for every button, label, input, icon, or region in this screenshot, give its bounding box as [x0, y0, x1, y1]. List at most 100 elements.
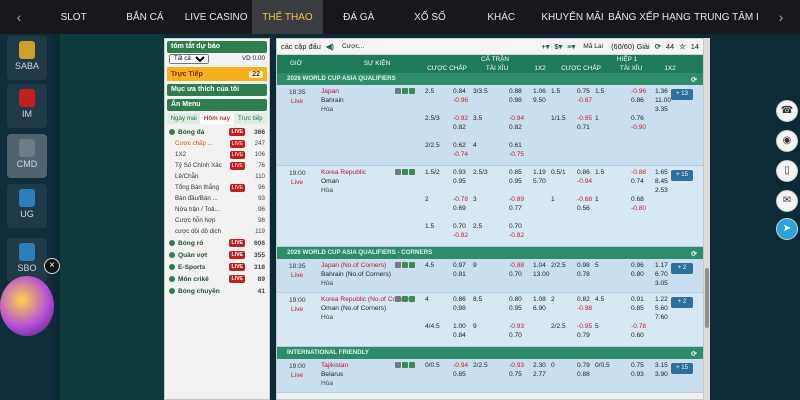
odds-cell[interactable]: 0.70 — [509, 332, 522, 340]
menu-toggle[interactable]: Ẩn Menu — [167, 99, 267, 111]
more-markets-button[interactable]: + 2 — [671, 263, 693, 274]
odds-cell[interactable]: 2/2.5 — [473, 362, 488, 370]
odds-cell[interactable]: 1.5 — [595, 88, 604, 96]
nav-item-0[interactable]: SLOT — [38, 0, 109, 34]
mobile-icon[interactable]: ▯ — [776, 160, 798, 182]
odds-cell[interactable]: 2/2.5 — [425, 142, 440, 150]
nav-left-arrow-icon[interactable]: ‹ — [0, 9, 38, 25]
odds-cell[interactable]: -0.93 — [509, 362, 524, 370]
odds-cell[interactable]: 4.5 — [425, 262, 434, 270]
odds-cell[interactable]: 0.82 — [577, 296, 590, 304]
tool-icon[interactable] — [402, 88, 408, 94]
sport-item[interactable]: Quần vợt LIVE 355 — [165, 249, 269, 261]
odds-cell[interactable]: 0.69 — [453, 205, 466, 213]
odds-cell[interactable]: 0.98 — [577, 262, 590, 270]
sport-item[interactable]: Bóng rổ LIVE 606 — [165, 237, 269, 249]
odds-cell[interactable]: 1 — [595, 196, 599, 204]
odds-cell[interactable]: 0.85 — [631, 305, 644, 313]
odds-cell[interactable]: 1.5 — [551, 88, 560, 96]
odds-cell[interactable]: 0.70 — [509, 223, 522, 231]
odds-cell[interactable]: 0.71 — [577, 124, 590, 132]
odds-cell[interactable]: 2/2.5 — [551, 262, 566, 270]
tab-day-1[interactable]: Hôm nay — [200, 113, 234, 124]
odds-cell[interactable]: 13.00 — [533, 271, 550, 279]
odds-cell[interactable]: 0.70 — [453, 223, 466, 231]
more-markets-button[interactable]: + 15 — [671, 363, 693, 374]
odds-cell[interactable]: -0.95 — [577, 323, 592, 331]
odds-cell[interactable]: 0.79 — [577, 332, 590, 340]
odds-cell[interactable]: 1.5 — [595, 169, 604, 177]
odds-cell[interactable]: -0.94 — [577, 178, 592, 186]
odds-cell[interactable]: -0.94 — [509, 115, 524, 123]
odds-cell[interactable]: 11.00 — [655, 97, 671, 105]
odds-cell[interactable]: -0.68 — [577, 196, 592, 204]
odds-cell[interactable]: 2.5 — [425, 88, 434, 96]
provider-tile-cmd[interactable]: CMD — [7, 134, 47, 178]
odds-cell[interactable]: 0.91 — [631, 296, 644, 304]
odds-cell[interactable]: -0.96 — [631, 88, 646, 96]
odds-cell[interactable]: 0.98 — [509, 97, 522, 105]
sport-item[interactable]: E-Sports LIVE 318 — [165, 261, 269, 273]
chat-icon[interactable]: ◉ — [776, 130, 798, 152]
odds-cell[interactable]: 0.70 — [509, 271, 522, 279]
market-item[interactable]: cược dồi dồ dịch 119 — [165, 226, 269, 237]
tab-day-2[interactable]: Trực tiếp — [233, 113, 267, 124]
odds-cell[interactable]: 0.68 — [631, 196, 644, 204]
odds-cell[interactable]: 0.85 — [453, 371, 466, 379]
odds-cell[interactable]: 0.93 — [453, 169, 466, 177]
messenger-icon[interactable]: ✉ — [776, 190, 798, 212]
odds-cell[interactable]: 1.36 — [655, 88, 668, 96]
odds-cell[interactable]: 0/0.5 — [425, 362, 440, 370]
odds-cell[interactable]: 5.60 — [655, 305, 668, 313]
promo-speaker-icon[interactable] — [0, 276, 54, 336]
sport-item[interactable]: Môn crikê LIVE 89 — [165, 273, 269, 285]
odds-cell[interactable]: -0.75 — [509, 151, 524, 159]
market-item[interactable]: Cược chấp ... LIVE 247 — [165, 138, 269, 149]
favorites-button[interactable]: Mục ưa thích của tôi — [167, 84, 267, 96]
odds-cell[interactable]: 0.86 — [631, 97, 644, 105]
more-markets-button[interactable]: + 2 — [671, 297, 693, 308]
odds-cell[interactable]: 0 — [551, 362, 555, 370]
odds-cell[interactable]: 0.88 — [577, 371, 590, 379]
odds-cell[interactable]: -0.92 — [453, 115, 468, 123]
odds-cell[interactable]: -0.96 — [453, 97, 468, 105]
odds-cell[interactable]: 0.75 — [509, 371, 522, 379]
tool-icon[interactable] — [402, 362, 408, 368]
telegram-icon[interactable]: ➤ — [776, 218, 798, 240]
league-header[interactable]: 2026 WORLD CUP ASIA QUALIFIERS - CORNERS… — [277, 247, 703, 259]
odds-cell[interactable]: 1 — [551, 196, 555, 204]
tool-icon[interactable] — [395, 88, 401, 94]
odds-cell[interactable]: -0.98 — [577, 305, 592, 313]
odds-cell[interactable]: -0.93 — [509, 323, 524, 331]
odds-cell[interactable]: 4.5 — [595, 296, 604, 304]
odds-cell[interactable]: 0.95 — [453, 178, 466, 186]
tool-icon[interactable] — [402, 296, 408, 302]
star-icon[interactable]: ☆ — [679, 42, 686, 51]
refresh-icon[interactable]: ⟳ — [655, 42, 661, 51]
odds-cell[interactable]: 0.98 — [453, 305, 466, 313]
odds-cell[interactable]: 1.17 — [655, 262, 668, 270]
odds-cell[interactable]: 0.80 — [631, 271, 644, 279]
odds-cell[interactable]: 2/2.5 — [551, 323, 566, 331]
sport-item[interactable]: Bóng đá LIVE 366 — [165, 126, 269, 138]
odds-cell[interactable]: 1.65 — [655, 169, 668, 177]
sound-icon[interactable]: ◀) — [326, 42, 334, 51]
nav-item-6[interactable]: KHÁC — [466, 0, 537, 34]
league-header[interactable]: 2026 WORLD CUP ASIA QUALIFIERS ⟳ — [277, 73, 703, 85]
odds-cell[interactable]: -0.87 — [577, 97, 592, 105]
odds-cell[interactable]: 8.45 — [655, 178, 668, 186]
market-item[interactable]: Cược hỗn hợp 98 — [165, 215, 269, 226]
odds-cell[interactable]: 5.70 — [533, 178, 546, 186]
odds-cell[interactable]: -0.85 — [577, 115, 592, 123]
odds-cell[interactable]: 3.35 — [655, 106, 668, 114]
tool-icon[interactable] — [409, 262, 415, 268]
odds-cell[interactable]: 1.5/2 — [425, 169, 440, 177]
odds-cell[interactable]: 1.22 — [655, 296, 668, 304]
coin-icon[interactable]: $▾ — [554, 42, 562, 51]
odds-cell[interactable]: 1.00 — [453, 323, 466, 331]
tool-icon[interactable] — [409, 88, 415, 94]
odds-cell[interactable]: -0.80 — [631, 205, 646, 213]
provider-tile-im[interactable]: IM — [7, 84, 47, 128]
market-item[interactable]: Tổng Bàn thắng LIVE 96 — [165, 182, 269, 193]
odds-cell[interactable]: 2.77 — [533, 371, 546, 379]
